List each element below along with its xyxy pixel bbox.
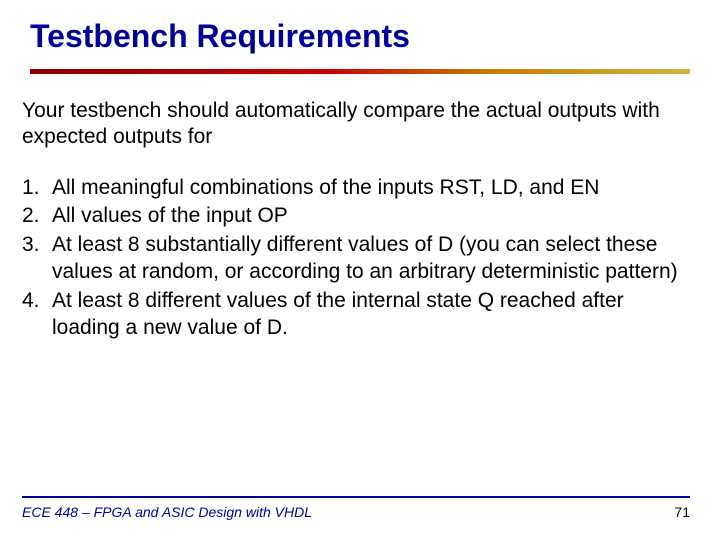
item-number: 4. (22, 288, 52, 342)
list-item: 3. At least 8 substantially different va… (22, 232, 680, 286)
item-number: 2. (22, 203, 52, 230)
footer-course: ECE 448 – FPGA and ASIC Design with VHDL (22, 504, 312, 520)
footer-row: ECE 448 – FPGA and ASIC Design with VHDL… (22, 504, 690, 520)
item-text: All values of the input OP (52, 203, 680, 230)
slide: Testbench Requirements Your testbench sh… (0, 0, 720, 540)
item-text: At least 8 substantially different value… (52, 232, 680, 286)
item-number: 1. (22, 175, 52, 202)
footer-rule (22, 496, 690, 498)
requirements-list: 1. All meaningful combinations of the in… (0, 151, 720, 342)
slide-title: Testbench Requirements (0, 18, 720, 65)
page-number: 71 (674, 504, 690, 520)
list-item: 1. All meaningful combinations of the in… (22, 175, 680, 202)
list-item: 2. All values of the input OP (22, 203, 680, 230)
intro-text: Your testbench should automatically comp… (0, 74, 720, 151)
item-text: All meaningful combinations of the input… (52, 175, 680, 202)
footer: ECE 448 – FPGA and ASIC Design with VHDL… (22, 496, 690, 520)
item-text: At least 8 different values of the inter… (52, 288, 680, 342)
item-number: 3. (22, 232, 52, 286)
list-item: 4. At least 8 different values of the in… (22, 288, 680, 342)
